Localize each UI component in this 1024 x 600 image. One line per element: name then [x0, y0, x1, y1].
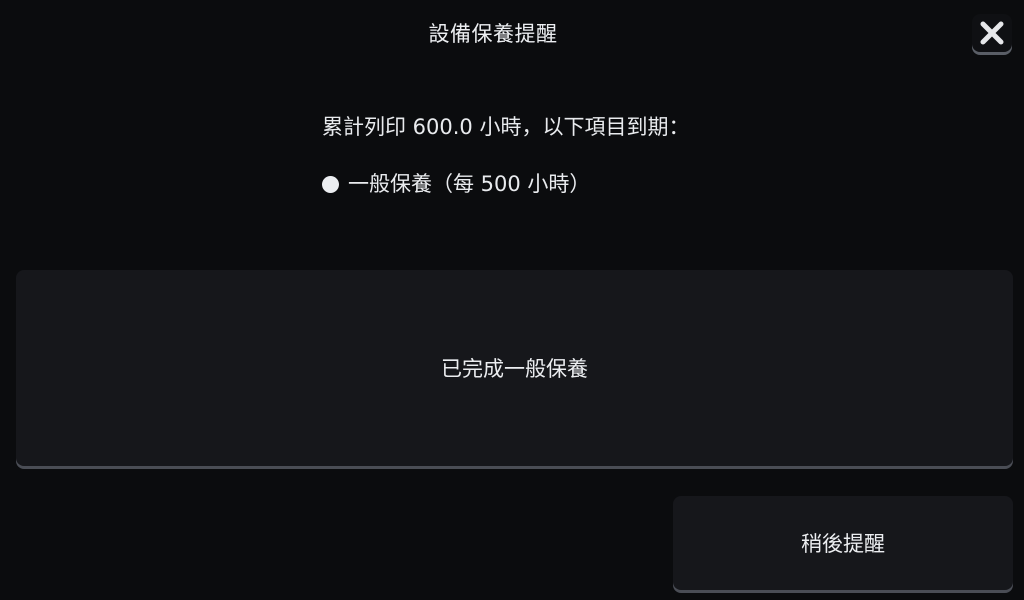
due-item: 一般保養（每 500 小時） — [322, 168, 590, 198]
complete-maintenance-label: 已完成一般保養 — [441, 357, 588, 381]
remind-later-button[interactable]: 稍後提醒 — [673, 496, 1013, 590]
remind-later-label: 稍後提醒 — [801, 532, 885, 556]
print-hours-summary: 累計列印 600.0 小時，以下項目到期： — [322, 115, 690, 139]
maintenance-reminder-screen: 設備保養提醒 累計列印 600.0 小時，以下項目到期： 一般保養（每 500 … — [0, 0, 1024, 600]
due-item-label: 一般保養（每 500 小時） — [348, 172, 591, 196]
close-icon — [980, 21, 1004, 45]
bullet-icon — [322, 176, 339, 193]
dialog-title: 設備保養提醒 — [428, 22, 558, 46]
close-button[interactable] — [972, 14, 1012, 52]
complete-maintenance-button[interactable]: 已完成一般保養 — [16, 270, 1013, 466]
